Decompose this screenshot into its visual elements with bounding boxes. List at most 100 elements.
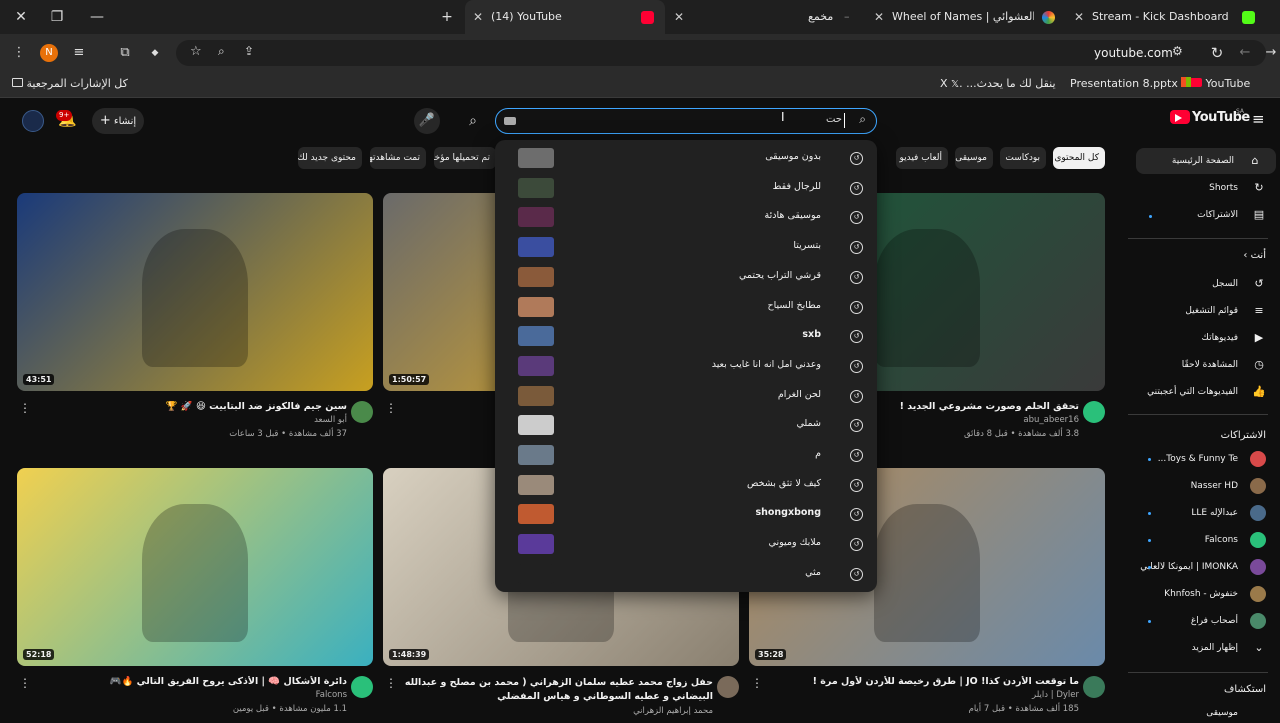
tab-kick-dashboard[interactable]: ✕ Stream - Kick Dashboard (1068, 0, 1268, 34)
bookmark-youtube[interactable]: YouTube (1190, 77, 1250, 90)
explore-title: استكشاف (1223, 684, 1266, 695)
close-window-icon[interactable]: ✕ (12, 8, 30, 26)
video-menu-kebab-icon[interactable]: ⋮ (385, 401, 397, 415)
subscription-item[interactable]: خنفوش - Khnfosh (1128, 581, 1280, 607)
video-title[interactable]: دائرة الأشكال 🧠 | الأذكى يروح الفريق الت… (110, 676, 347, 687)
sidebar-you-item[interactable]: ▶ فيديوهاتك (1128, 325, 1280, 351)
suggestion-item[interactable]: م ↺ (495, 441, 877, 469)
video-thumbnail[interactable]: 43:51 (17, 193, 373, 391)
video-title[interactable]: سين جيم فالكونز ضد البتابيت 😆 🚀 🏆 (166, 401, 347, 412)
sidebar-main-item[interactable]: ↻ Shorts (1128, 175, 1280, 201)
explore-music[interactable]: موسيقى (1128, 708, 1280, 718)
reload-icon[interactable]: ↻ (1208, 44, 1226, 62)
menu-kebab-icon[interactable]: ⋮ (10, 44, 28, 62)
suggestion-item[interactable]: قرشي التراب يحتمي ↺ (495, 263, 877, 291)
channel-name[interactable]: محمد إبراهيم الزهراني (633, 706, 713, 716)
chip-all[interactable]: كل المحتوى (1053, 147, 1105, 169)
profile-avatar[interactable]: N (40, 44, 58, 62)
channel-avatar[interactable] (1083, 401, 1105, 423)
sidebar-you-item[interactable]: 👍 الفيديوهات التي أعجبتني (1128, 379, 1280, 405)
channel-name[interactable]: abu_abeer16 (1023, 415, 1079, 425)
tab-third[interactable]: ✕ مخمع – (668, 0, 864, 34)
video-card[interactable]: 52:18 دائرة الأشكال 🧠 | الأذكى يروح الفري… (17, 468, 373, 723)
close-tab-icon[interactable]: ✕ (473, 0, 483, 34)
suggestion-item[interactable]: مثي ↺ (495, 560, 877, 588)
suggestion-item[interactable]: وعدني امل انه انا غايب بعيد ↺ (495, 352, 877, 380)
suggestion-item[interactable]: بدون موسيقى ↺ (495, 144, 877, 172)
install-app-icon[interactable]: ⇪ (244, 44, 254, 58)
bookmark-x[interactable]: ينقل لك ما يحدث... .X 𝕏 (940, 77, 1056, 90)
search-input[interactable]: حت ⌕ (495, 108, 877, 134)
create-button[interactable]: إنشاء + (92, 108, 144, 134)
suggestion-item[interactable]: sxb ↺ (495, 322, 877, 350)
suggestion-item[interactable]: مطابخ السياح ↺ (495, 293, 877, 321)
video-title[interactable]: ما توقعت الأردن كذا! JO | طرق رخيصة للأر… (813, 676, 1079, 687)
video-title[interactable]: حفل زواج محمد عطيه سلمان الزهراني ( محمد… (403, 676, 713, 704)
you-section-title[interactable]: أنت › (1128, 250, 1280, 261)
voice-search-mic-icon[interactable]: 🎤 (414, 108, 440, 134)
suggestion-item[interactable]: للرجال فقط ↺ (495, 174, 877, 202)
extensions-icon[interactable]: ⧉ (116, 44, 134, 62)
subscription-item[interactable]: IMONKA | ايمونكا لالعابي (1128, 554, 1280, 580)
forward-icon[interactable]: ← (1236, 44, 1254, 62)
close-tab-icon[interactable]: ✕ (874, 0, 884, 34)
chip-music[interactable]: موسيقى (955, 147, 993, 169)
video-menu-kebab-icon[interactable]: ⋮ (19, 401, 31, 415)
chip-new-for-you[interactable]: محتوى جديد لك (298, 147, 362, 169)
suggestion-item[interactable]: شملي ↺ (495, 411, 877, 439)
video-menu-kebab-icon[interactable]: ⋮ (19, 676, 31, 690)
minimize-window-icon[interactable]: — (88, 8, 106, 26)
subscription-item[interactable]: Falcons (1128, 527, 1280, 553)
extension-diamond-icon[interactable]: ◆ (146, 44, 164, 62)
keyboard-icon[interactable] (504, 117, 516, 125)
channel-name[interactable]: Dyler | دايلر (1032, 690, 1079, 700)
restore-window-icon[interactable]: ❐ (48, 8, 66, 26)
sidebar-main-item[interactable]: ⌂ الصفحة الرئيسية (1136, 148, 1276, 174)
tab-youtube-active[interactable]: ✕ (14) YouTube (465, 0, 665, 34)
hamburger-menu-icon[interactable]: ≡ (1252, 110, 1265, 128)
back-icon[interactable]: → (1262, 44, 1280, 62)
user-avatar[interactable] (22, 110, 44, 132)
site-info-icon[interactable]: ⚙ (1172, 44, 1183, 58)
channel-avatar[interactable] (351, 401, 373, 423)
search-button-icon[interactable]: ⌕ (457, 108, 489, 134)
subscription-item[interactable]: Nasser HD (1128, 473, 1280, 499)
sidebar-you-item[interactable]: ↺ السجل (1128, 271, 1280, 297)
zoom-icon[interactable]: ⌕ (218, 44, 225, 59)
suggestion-item[interactable]: لحن الغرام ↺ (495, 382, 877, 410)
subscription-item[interactable]: ⌄ إظهار المزيد (1128, 635, 1280, 661)
suggestion-item[interactable]: ملابك وميوني ↺ (495, 530, 877, 558)
channel-avatar[interactable] (717, 676, 739, 698)
chip-games[interactable]: ألعاب فيديو (896, 147, 948, 169)
video-title[interactable]: تحقق الحلم وصورت مشروعي الجديد ! (900, 401, 1079, 412)
video-card[interactable]: 43:51 سين جيم فالكونز ضد البتابيت 😆 🚀 🏆 أب… (17, 193, 373, 448)
chip-podcasts[interactable]: بودكاست (1000, 147, 1046, 169)
subscription-item[interactable]: Toys & Funny Te... (1128, 446, 1280, 472)
channel-name[interactable]: Falcons (316, 690, 347, 700)
sidebar-you-item[interactable]: ◷ المشاهدة لاحقًا (1128, 352, 1280, 378)
tab-wheel-of-names[interactable]: ✕ Wheel of Names | اسم العشوائي (868, 0, 1064, 34)
video-thumbnail[interactable]: 52:18 (17, 468, 373, 666)
media-control-icon[interactable]: ≡ (70, 44, 88, 62)
video-menu-kebab-icon[interactable]: ⋮ (385, 676, 397, 690)
suggestion-item[interactable]: موسيقى هادئة ↺ (495, 203, 877, 231)
bookmark-presentation[interactable]: Presentation 8.pptx (1070, 77, 1192, 90)
new-tab-icon[interactable]: + (438, 8, 456, 26)
subscription-item[interactable]: أصحاب فراغ (1128, 608, 1280, 634)
channel-name[interactable]: أبو السعد (314, 415, 347, 425)
suggestion-item[interactable]: بتسريتا ↺ (495, 233, 877, 261)
close-tab-icon[interactable]: ✕ (674, 0, 684, 34)
suggestion-item[interactable]: كيف لا تثق بشخص ↺ (495, 471, 877, 499)
channel-avatar[interactable] (1083, 676, 1105, 698)
sidebar-you-item[interactable]: ≡ قوائم التشغيل (1128, 298, 1280, 324)
bookmark-all[interactable]: كل الإشارات المرجعية (12, 77, 128, 90)
close-tab-icon[interactable]: ✕ (1074, 0, 1084, 34)
subscription-item[interactable]: عبدالإله LLE (1128, 500, 1280, 526)
video-menu-kebab-icon[interactable]: ⋮ (751, 676, 763, 690)
suggestion-item[interactable]: shongxbong ↺ (495, 500, 877, 528)
chip-recently-uploaded[interactable]: تم تحميلها مؤخرًا (434, 147, 496, 169)
url-bar[interactable]: ☆ ⌕ ⇪ youtube.com ⚙ (176, 40, 1266, 66)
channel-avatar[interactable] (351, 676, 373, 698)
chip-watched[interactable]: تمت مشاهدتها (370, 147, 426, 169)
bookmark-star-icon[interactable]: ☆ (190, 44, 202, 59)
